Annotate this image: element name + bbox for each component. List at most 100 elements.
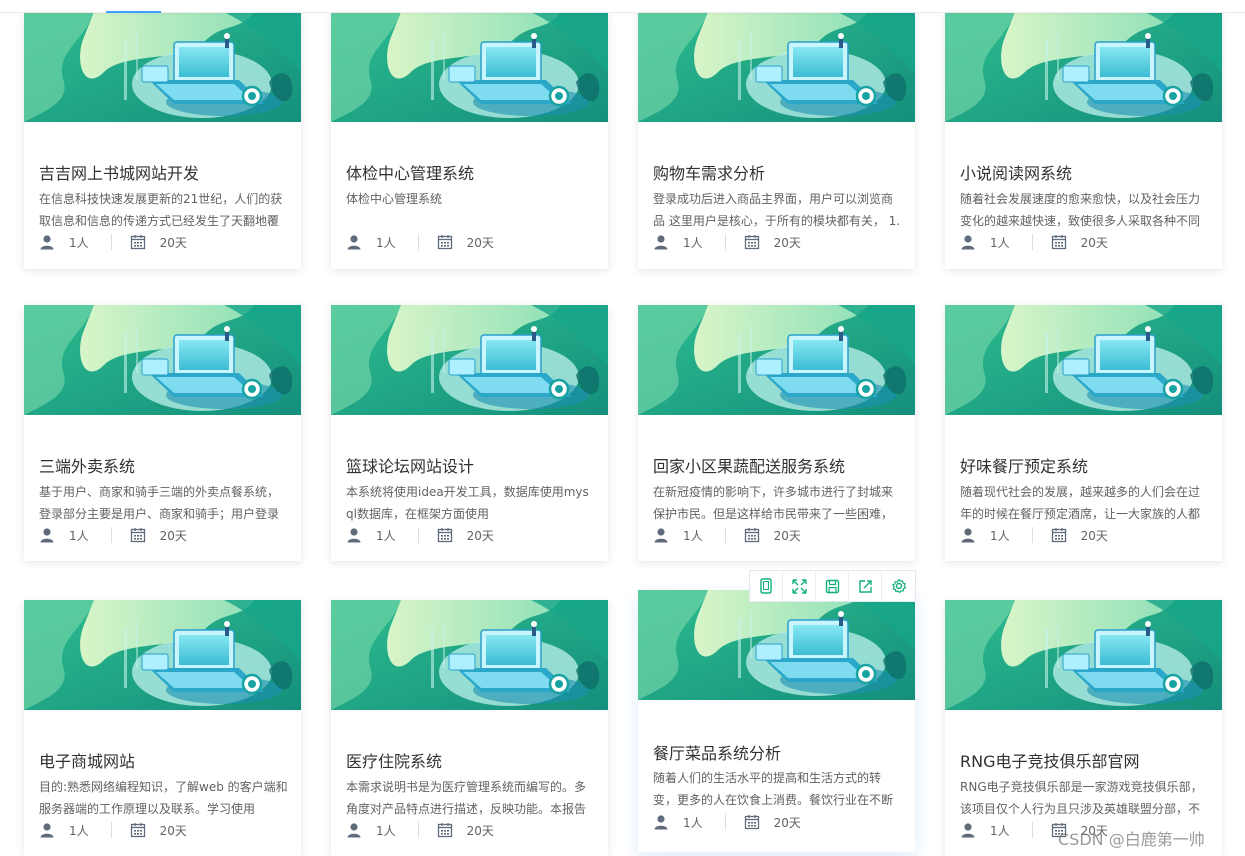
calendar-icon bbox=[1051, 234, 1067, 250]
project-card[interactable]: 购物车需求分析 登录成功后进入商品主界面，用户可以浏览商品 这里用户是核心，于所… bbox=[638, 12, 915, 269]
person-icon bbox=[346, 822, 362, 838]
card-banner-image bbox=[945, 600, 1222, 710]
card-title[interactable]: 回家小区果蔬配送服务系统 bbox=[653, 453, 903, 477]
project-card[interactable]: 回家小区果蔬配送服务系统 在新冠疫情的影响下，许多城市进行了封城来保护市民。但是… bbox=[638, 305, 915, 561]
card-description: 在信息科技快速发展更新的21世纪，人们的获取信息和信息的传递方式已经发生了天翻地… bbox=[39, 192, 283, 228]
card-meta: 1人 20天 bbox=[346, 820, 494, 840]
member-count: 1人 bbox=[376, 528, 396, 543]
project-card[interactable]: 好味餐厅预定系统 随着现代社会的发展，越来越多的人们会在过年的时候在餐厅预定酒席… bbox=[945, 305, 1222, 561]
project-card[interactable]: 医疗住院系统 本需求说明书是为医疗管理系统而编写的。多角度对产品特点进行描述，反… bbox=[331, 600, 608, 856]
meta-divider bbox=[724, 527, 726, 543]
person-icon bbox=[960, 527, 976, 543]
card-meta: 1人 20天 bbox=[39, 820, 187, 840]
card-description: 随着人们的生活水平的提高和生活方式的转变，更多的人在饮食上消费。餐饮行业在不断 bbox=[653, 771, 894, 807]
project-card[interactable]: 餐厅菜品系统分析 随着人们的生活水平的提高和生活方式的转变，更多的人在饮食上消费… bbox=[638, 590, 915, 852]
duration-days: 20天 bbox=[773, 815, 801, 830]
person-icon bbox=[653, 527, 669, 543]
card-meta: 1人 20天 bbox=[39, 525, 187, 545]
member-count: 1人 bbox=[990, 823, 1010, 838]
card-banner-image bbox=[24, 305, 301, 415]
active-tab-indicator bbox=[106, 11, 161, 13]
fullscreen-icon[interactable] bbox=[783, 571, 816, 601]
card-title[interactable]: 餐厅菜品系统分析 bbox=[653, 740, 903, 764]
card-meta: 1人 20天 bbox=[960, 525, 1108, 545]
calendar-icon bbox=[744, 234, 760, 250]
project-card[interactable]: 三端外卖系统 基于用户、商家和骑手三端的外卖点餐系统，登录部分主要是用户、商家和… bbox=[24, 305, 301, 561]
member-count: 1人 bbox=[683, 528, 703, 543]
card-banner-image bbox=[638, 12, 915, 122]
share-icon[interactable] bbox=[849, 571, 882, 601]
duration-days: 20天 bbox=[159, 528, 187, 543]
meta-divider bbox=[1031, 527, 1033, 543]
project-card[interactable]: 体检中心管理系统 体检中心管理系统 1人 20天 bbox=[331, 12, 608, 269]
person-icon bbox=[653, 234, 669, 250]
project-card[interactable]: 篮球论坛网站设计 本系统将使用idea开发工具，数据库使用mysql数据库，在框… bbox=[331, 305, 608, 561]
save-icon[interactable] bbox=[816, 571, 849, 601]
project-card[interactable]: 吉吉网上书城网站开发 在信息科技快速发展更新的21世纪，人们的获取信息和信息的传… bbox=[24, 12, 301, 269]
card-title[interactable]: 小说阅读网系统 bbox=[960, 160, 1210, 184]
card-description: 在新冠疫情的影响下，许多城市进行了封城来保护市民。但是这样给市民带来了一些困难， bbox=[653, 485, 894, 521]
meta-divider bbox=[417, 822, 419, 838]
card-title[interactable]: 篮球论坛网站设计 bbox=[346, 453, 596, 477]
card-banner-image bbox=[331, 305, 608, 415]
person-icon bbox=[39, 234, 55, 250]
meta-divider bbox=[1031, 822, 1033, 838]
top-nav-bar bbox=[0, 0, 1245, 13]
card-banner-image bbox=[638, 590, 915, 700]
card-description: 本系统将使用idea开发工具，数据库使用mysql数据库，在框架方面使用 bbox=[346, 485, 589, 521]
member-count: 1人 bbox=[69, 528, 89, 543]
card-banner-image bbox=[24, 12, 301, 122]
meta-divider bbox=[724, 814, 726, 830]
duration-days: 20天 bbox=[159, 235, 187, 250]
calendar-icon bbox=[130, 527, 146, 543]
card-title[interactable]: 好味餐厅预定系统 bbox=[960, 453, 1210, 477]
card-title[interactable]: 吉吉网上书城网站开发 bbox=[39, 160, 289, 184]
duration-days: 20天 bbox=[1080, 528, 1108, 543]
project-card[interactable]: RNG电子竞技俱乐部官网 RNG电子竞技俱乐部是一家游戏竞技俱乐部，该项目仅个人… bbox=[945, 600, 1222, 856]
card-banner-image bbox=[945, 305, 1222, 415]
calendar-icon bbox=[744, 814, 760, 830]
member-count: 1人 bbox=[683, 815, 703, 830]
settings-icon[interactable] bbox=[882, 571, 915, 601]
card-banner-image bbox=[24, 600, 301, 710]
card-description: 本需求说明书是为医疗管理系统而编写的。多角度对产品特点进行描述，反映功能。本报告 bbox=[346, 780, 587, 816]
card-title[interactable]: 购物车需求分析 bbox=[653, 160, 903, 184]
card-meta: 1人 20天 bbox=[346, 525, 494, 545]
card-banner-image bbox=[638, 305, 915, 415]
duration-days: 20天 bbox=[466, 235, 494, 250]
card-title[interactable]: 电子商城网站 bbox=[39, 748, 289, 772]
card-description: 目的:熟悉网络编程知识，了解web 的客户端和服务器端的工作原理以及联系。学习使… bbox=[39, 780, 288, 816]
calendar-icon bbox=[130, 822, 146, 838]
calendar-icon bbox=[130, 234, 146, 250]
duration-days: 20天 bbox=[773, 235, 801, 250]
project-card[interactable]: 电子商城网站 目的:熟悉网络编程知识，了解web 的客户端和服务器端的工作原理以… bbox=[24, 600, 301, 856]
card-hover-toolbar bbox=[749, 570, 916, 602]
meta-divider bbox=[724, 234, 726, 250]
person-icon bbox=[960, 234, 976, 250]
member-count: 1人 bbox=[990, 528, 1010, 543]
card-description: RNG电子竞技俱乐部是一家游戏竞技俱乐部，该项目仅个人行为且只涉及英雄联盟分部，… bbox=[960, 780, 1203, 816]
project-card[interactable]: 小说阅读网系统 随着社会发展速度的愈来愈快，以及社会压力变化的越来越快速，致使很… bbox=[945, 12, 1222, 269]
card-meta: 1人 20天 bbox=[653, 525, 801, 545]
card-title[interactable]: RNG电子竞技俱乐部官网 bbox=[960, 748, 1210, 772]
person-icon bbox=[39, 527, 55, 543]
member-count: 1人 bbox=[376, 823, 396, 838]
person-icon bbox=[346, 234, 362, 250]
person-icon bbox=[653, 814, 669, 830]
duration-days: 20天 bbox=[466, 528, 494, 543]
duration-days: 20天 bbox=[466, 823, 494, 838]
card-title[interactable]: 三端外卖系统 bbox=[39, 453, 289, 477]
card-meta: 1人 20天 bbox=[653, 812, 801, 832]
card-meta: 1人 20天 bbox=[960, 232, 1108, 252]
member-count: 1人 bbox=[990, 235, 1010, 250]
card-description: 基于用户、商家和骑手三端的外卖点餐系统，登录部分主要是用户、商家和骑手；用户登录 bbox=[39, 485, 280, 521]
meta-divider bbox=[417, 527, 419, 543]
person-icon bbox=[960, 822, 976, 838]
card-title[interactable]: 体检中心管理系统 bbox=[346, 160, 596, 184]
tablet-icon[interactable] bbox=[750, 571, 783, 601]
card-title[interactable]: 医疗住院系统 bbox=[346, 748, 596, 772]
card-description: 体检中心管理系统 bbox=[346, 192, 443, 206]
calendar-icon bbox=[437, 527, 453, 543]
duration-days: 20天 bbox=[773, 528, 801, 543]
card-description: 登录成功后进入商品主界面，用户可以浏览商品 这里用户是核心，于所有的模块都有关，… bbox=[653, 192, 901, 228]
